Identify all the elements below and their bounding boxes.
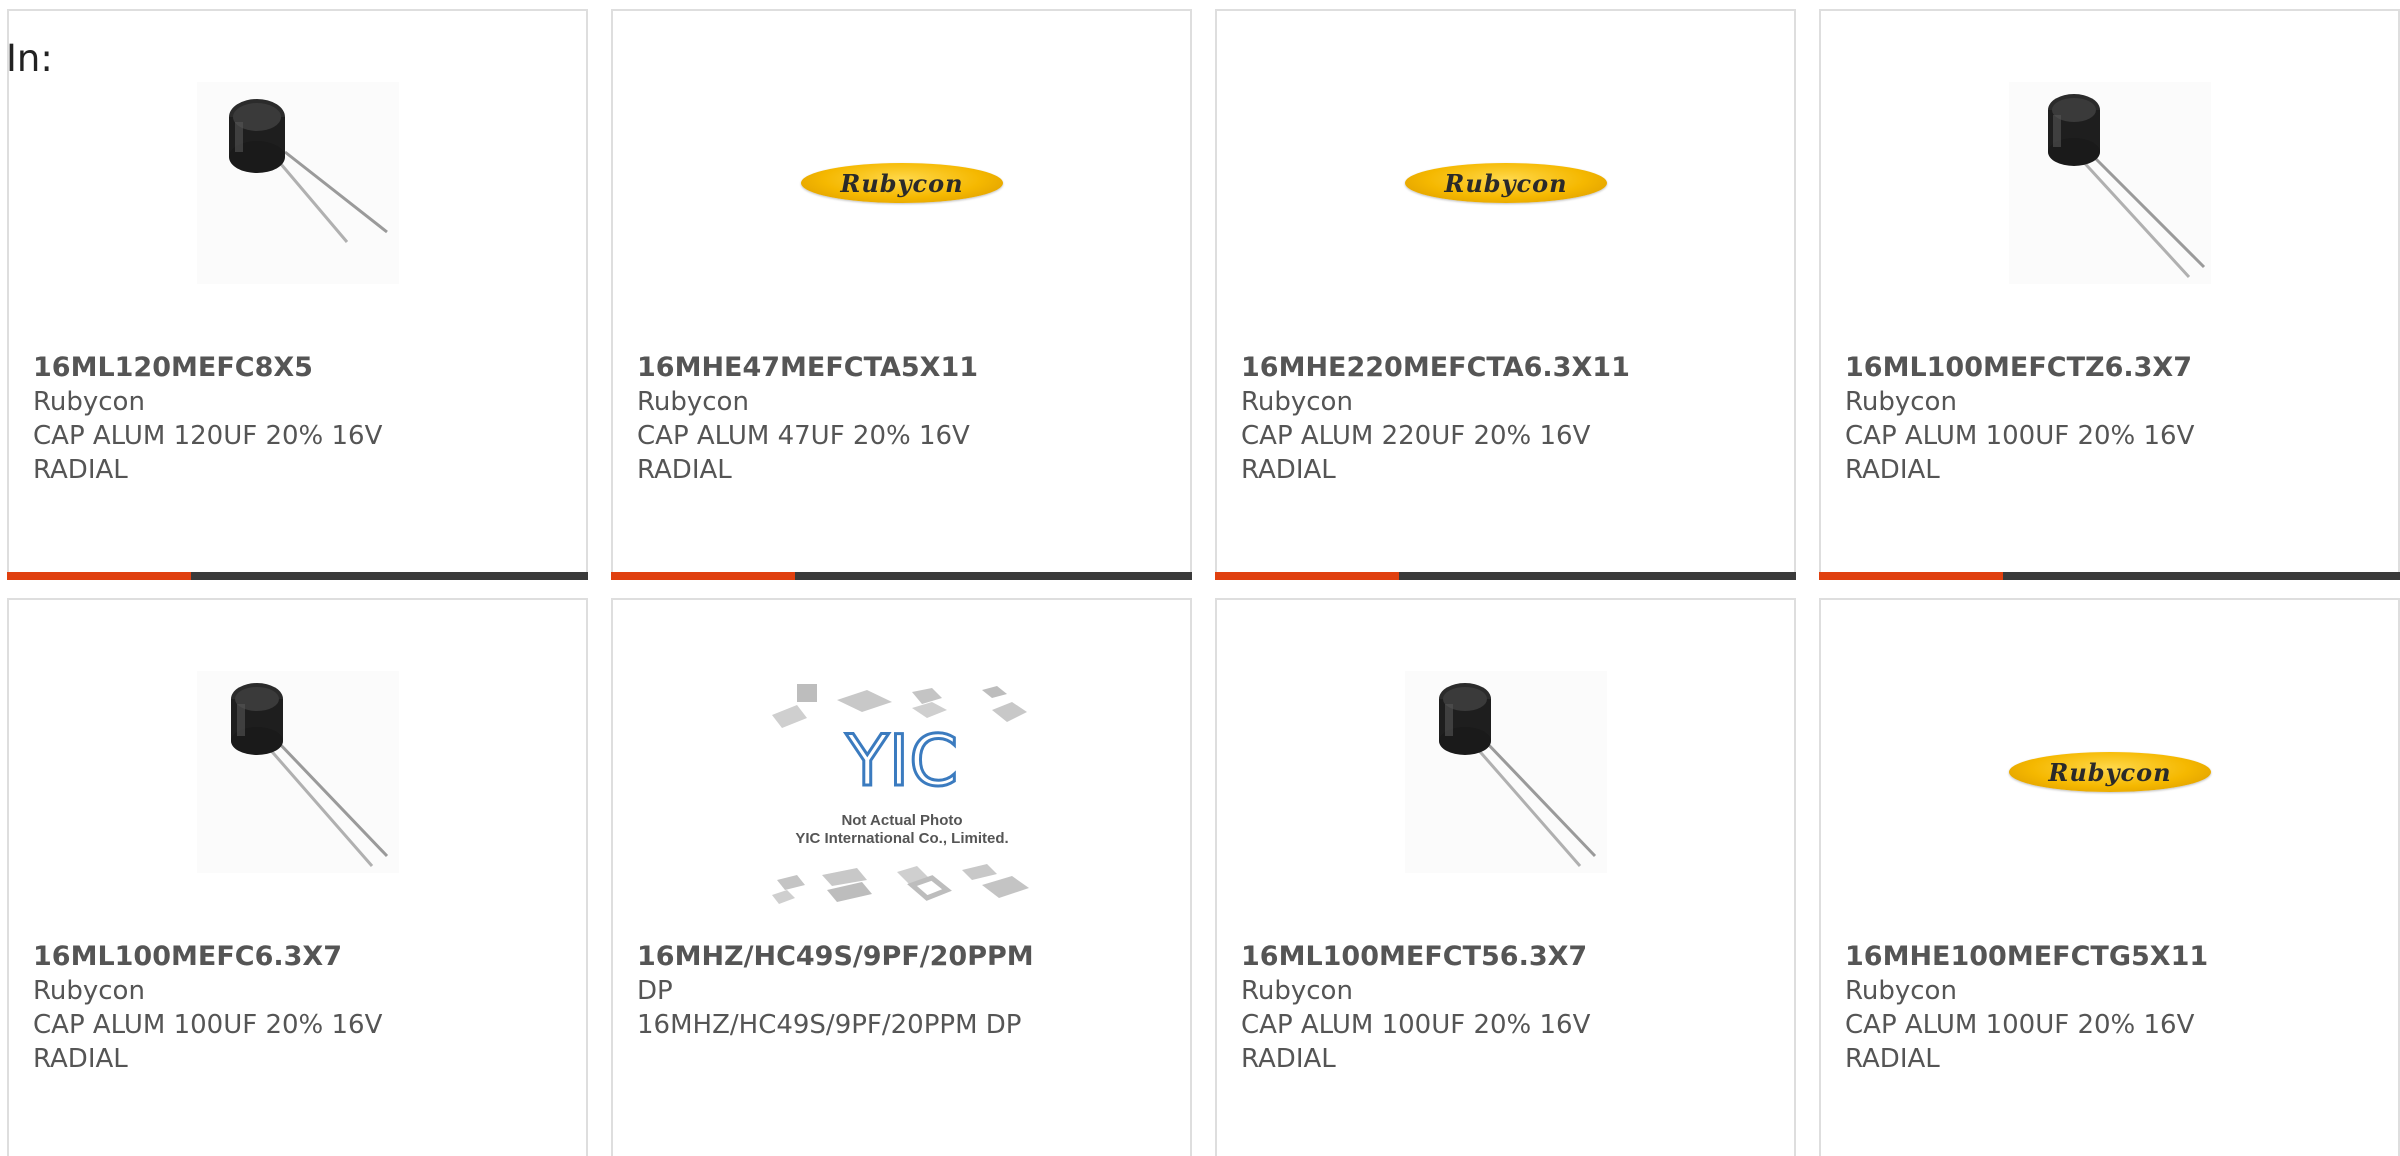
part-number[interactable]: 16MHZ/HC49S/9PF/20PPM: [637, 940, 1177, 974]
manufacturer: Rubycon: [1241, 387, 1353, 417]
description-package: RADIAL: [1241, 1044, 1336, 1074]
card-footer-accent: [7, 572, 191, 580]
product-image: [197, 671, 399, 873]
description: CAP ALUM 47UF 20% 16V: [637, 421, 970, 451]
logo-text: Rubycon: [1444, 168, 1568, 198]
manufacturer: DP: [637, 976, 673, 1006]
part-number[interactable]: 16ML100MEFC6.3X7: [33, 940, 573, 974]
product-info: 16ML100MEFCT56.3X7 Rubycon CAP ALUM 100U…: [1241, 940, 1781, 1076]
product-image: [197, 82, 399, 284]
part-number[interactable]: 16MHE100MEFCTG5X11: [1845, 940, 2385, 974]
product-info: 16MHZ/HC49S/9PF/20PPM DP 16MHZ/HC49S/9PF…: [637, 940, 1177, 1042]
part-number[interactable]: 16MHE220MEFCTA6.3X11: [1241, 351, 1781, 385]
logo-text: Rubycon: [840, 168, 964, 198]
product-card[interactable]: 16ML100MEFCT56.3X7 Rubycon CAP ALUM 100U…: [1215, 598, 1796, 1156]
product-info: 16ML100MEFC6.3X7 Rubycon CAP ALUM 100UF …: [33, 940, 573, 1076]
part-number[interactable]: 16ML100MEFCT56.3X7: [1241, 940, 1781, 974]
card-footer-accent: [1215, 572, 1399, 580]
product-card[interactable]: YIC Not Actual Photo YIC International C…: [611, 598, 1192, 1156]
chip-packages-icon: YIC: [772, 684, 1029, 904]
card-footer-accent: [1819, 572, 2003, 580]
card-footer-bar: [7, 572, 588, 580]
product-card[interactable]: 16ML100MEFCTZ6.3X7 Rubycon CAP ALUM 100U…: [1819, 9, 2400, 580]
description-package: RADIAL: [33, 1044, 128, 1074]
description: 16MHZ/HC49S/9PF/20PPM DP: [637, 1010, 1022, 1040]
capacitor-photo-icon: [2009, 82, 2211, 284]
description: CAP ALUM 100UF 20% 16V: [1241, 1010, 1591, 1040]
description-package: RADIAL: [637, 455, 732, 485]
product-card[interactable]: Rubycon 16MHE100MEFCTG5X11 Rubycon CAP A…: [1819, 598, 2400, 1156]
product-card[interactable]: Rubycon 16MHE220MEFCTA6.3X11 Rubycon CAP…: [1215, 9, 1796, 580]
capacitor-photo-icon: [197, 671, 399, 873]
product-card[interactable]: 16ML100MEFC6.3X7 Rubycon CAP ALUM 100UF …: [7, 598, 588, 1156]
product-info: 16MHE47MEFCTA5X11 Rubycon CAP ALUM 47UF …: [637, 351, 1177, 487]
description: CAP ALUM 120UF 20% 16V: [33, 421, 383, 451]
capacitor-photo-icon: [1405, 671, 1607, 873]
product-image: YIC Not Actual Photo YIC International C…: [767, 680, 1037, 920]
description-package: RADIAL: [1845, 1044, 1940, 1074]
part-number[interactable]: 16ML120MEFC8X5: [33, 351, 573, 385]
manufacturer: Rubycon: [1241, 976, 1353, 1006]
description: CAP ALUM 100UF 20% 16V: [33, 1010, 383, 1040]
description: CAP ALUM 100UF 20% 16V: [1845, 421, 2195, 451]
part-number[interactable]: 16MHE47MEFCTA5X11: [637, 351, 1177, 385]
svg-text:YIC: YIC: [845, 720, 958, 802]
card-footer-bar: [611, 572, 1192, 580]
manufacturer: Rubycon: [1845, 976, 1957, 1006]
part-number[interactable]: 16ML100MEFCTZ6.3X7: [1845, 351, 2385, 385]
rubycon-logo-icon: Rubycon: [801, 163, 1003, 203]
logo-text: Rubycon: [2048, 757, 2172, 787]
card-footer-bar: [1819, 572, 2400, 580]
description-package: RADIAL: [1845, 455, 1940, 485]
filter-label: In:: [6, 37, 53, 80]
rubycon-logo-icon: Rubycon: [1405, 163, 1607, 203]
product-image: [2009, 82, 2211, 284]
description-package: RADIAL: [1241, 455, 1336, 485]
product-info: 16MHE100MEFCTG5X11 Rubycon CAP ALUM 100U…: [1845, 940, 2385, 1076]
manufacturer: Rubycon: [33, 976, 145, 1006]
placeholder-caption-line-1: Not Actual Photo: [841, 812, 963, 829]
manufacturer: Rubycon: [637, 387, 749, 417]
rubycon-logo-icon: Rubycon: [2009, 752, 2211, 792]
product-info: 16MHE220MEFCTA6.3X11 Rubycon CAP ALUM 22…: [1241, 351, 1781, 487]
description-package: RADIAL: [33, 455, 128, 485]
manufacturer: Rubycon: [1845, 387, 1957, 417]
manufacturer: Rubycon: [33, 387, 145, 417]
placeholder-caption-line-2: YIC International Co., Limited.: [795, 830, 1009, 847]
product-info: 16ML120MEFC8X5 Rubycon CAP ALUM 120UF 20…: [33, 351, 573, 487]
product-card[interactable]: 16ML120MEFC8X5 Rubycon CAP ALUM 120UF 20…: [7, 9, 588, 580]
product-grid-page: In: 16ML120MEFC8X5 Rubycon CAP ALUM 120U…: [0, 0, 2400, 1156]
product-image: Rubycon: [801, 82, 1003, 284]
card-footer-accent: [611, 572, 795, 580]
product-image: Rubycon: [1405, 82, 1607, 284]
product-card[interactable]: Rubycon 16MHE47MEFCTA5X11 Rubycon CAP AL…: [611, 9, 1192, 580]
capacitor-photo-icon: [197, 82, 399, 284]
product-image: Rubycon: [2009, 671, 2211, 873]
product-image: [1405, 671, 1607, 873]
product-info: 16ML100MEFCTZ6.3X7 Rubycon CAP ALUM 100U…: [1845, 351, 2385, 487]
card-footer-bar: [1215, 572, 1796, 580]
description: CAP ALUM 100UF 20% 16V: [1845, 1010, 2195, 1040]
description: CAP ALUM 220UF 20% 16V: [1241, 421, 1591, 451]
yic-placeholder-icon: YIC Not Actual Photo YIC International C…: [767, 680, 1037, 920]
